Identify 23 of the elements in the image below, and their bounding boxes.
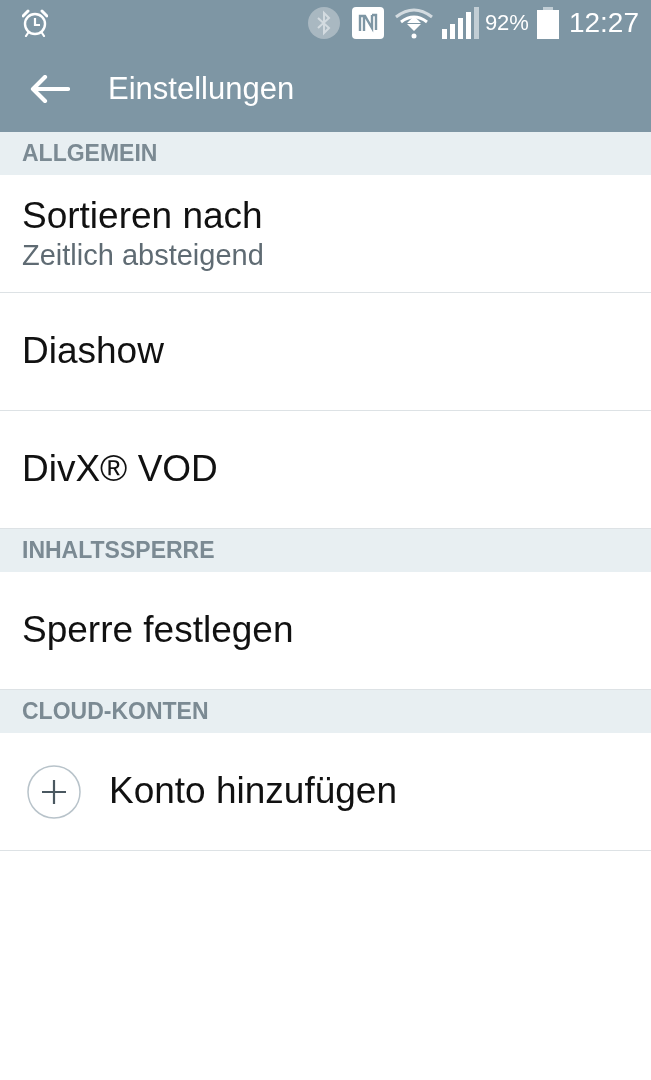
alarm-clock-icon bbox=[22, 9, 48, 37]
settings-item[interactable]: Sortieren nach Zeitlich absteigend bbox=[0, 175, 651, 293]
add-account-item[interactable]: Konto hinzufügen bbox=[0, 733, 651, 851]
item-subtitle: Zeitlich absteigend bbox=[22, 239, 265, 273]
battery-percent: 92% bbox=[484, 10, 529, 36]
item-title: Sortieren nach bbox=[22, 194, 264, 238]
item-title: DivX® VOD bbox=[22, 448, 219, 491]
screen-title: Einstellungen bbox=[108, 71, 295, 107]
section-header: INHALTSSPERRE bbox=[0, 529, 651, 572]
battery-icon bbox=[536, 7, 559, 39]
back-arrow-icon bbox=[30, 75, 70, 103]
clock-time: 12:27 bbox=[568, 7, 639, 39]
nfc-icon bbox=[351, 7, 384, 39]
plus-circle-icon bbox=[27, 764, 81, 819]
settings-item[interactable]: Diashow bbox=[0, 293, 651, 411]
wifi-icon bbox=[393, 7, 434, 39]
section-header: CLOUD-KONTEN bbox=[0, 690, 651, 733]
item-title: Konto hinzufügen bbox=[109, 770, 397, 813]
item-title: Sperre festlegen bbox=[22, 609, 295, 652]
signal-icon bbox=[441, 7, 480, 39]
back-button[interactable] bbox=[30, 75, 70, 103]
section-header: ALLGEMEIN bbox=[0, 132, 651, 175]
item-title: Diashow bbox=[22, 330, 165, 373]
